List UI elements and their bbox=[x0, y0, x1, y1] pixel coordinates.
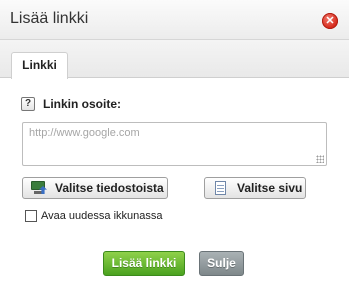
choose-file-label: Valitse tiedostoista bbox=[55, 181, 164, 195]
document-icon bbox=[213, 181, 229, 195]
url-label: Linkin osoite: bbox=[43, 97, 121, 111]
new-window-label: Avaa uudessa ikkunassa bbox=[41, 210, 163, 222]
choose-file-button[interactable]: Valitse tiedostoista bbox=[22, 177, 168, 199]
resize-grip-icon[interactable] bbox=[316, 155, 324, 163]
url-input[interactable] bbox=[22, 122, 327, 166]
tab-linkki[interactable]: Linkki bbox=[11, 52, 68, 79]
computer-upload-icon bbox=[31, 181, 47, 195]
dialog-title: Lisää linkki bbox=[10, 10, 89, 27]
add-link-button[interactable]: Lisää linkki bbox=[103, 251, 185, 276]
choose-page-button[interactable]: Valitse sivu bbox=[204, 177, 306, 199]
new-window-checkbox[interactable] bbox=[25, 210, 37, 222]
dialog-header: Lisää linkki ✕ bbox=[0, 0, 349, 40]
choose-page-label: Valitse sivu bbox=[237, 181, 303, 195]
help-icon[interactable]: ? bbox=[21, 97, 35, 111]
add-link-dialog: Lisää linkki ✕ Linkki ? Linkin osoite: V… bbox=[0, 0, 349, 292]
close-button[interactable]: Sulje bbox=[199, 251, 244, 276]
close-icon[interactable]: ✕ bbox=[322, 13, 338, 29]
